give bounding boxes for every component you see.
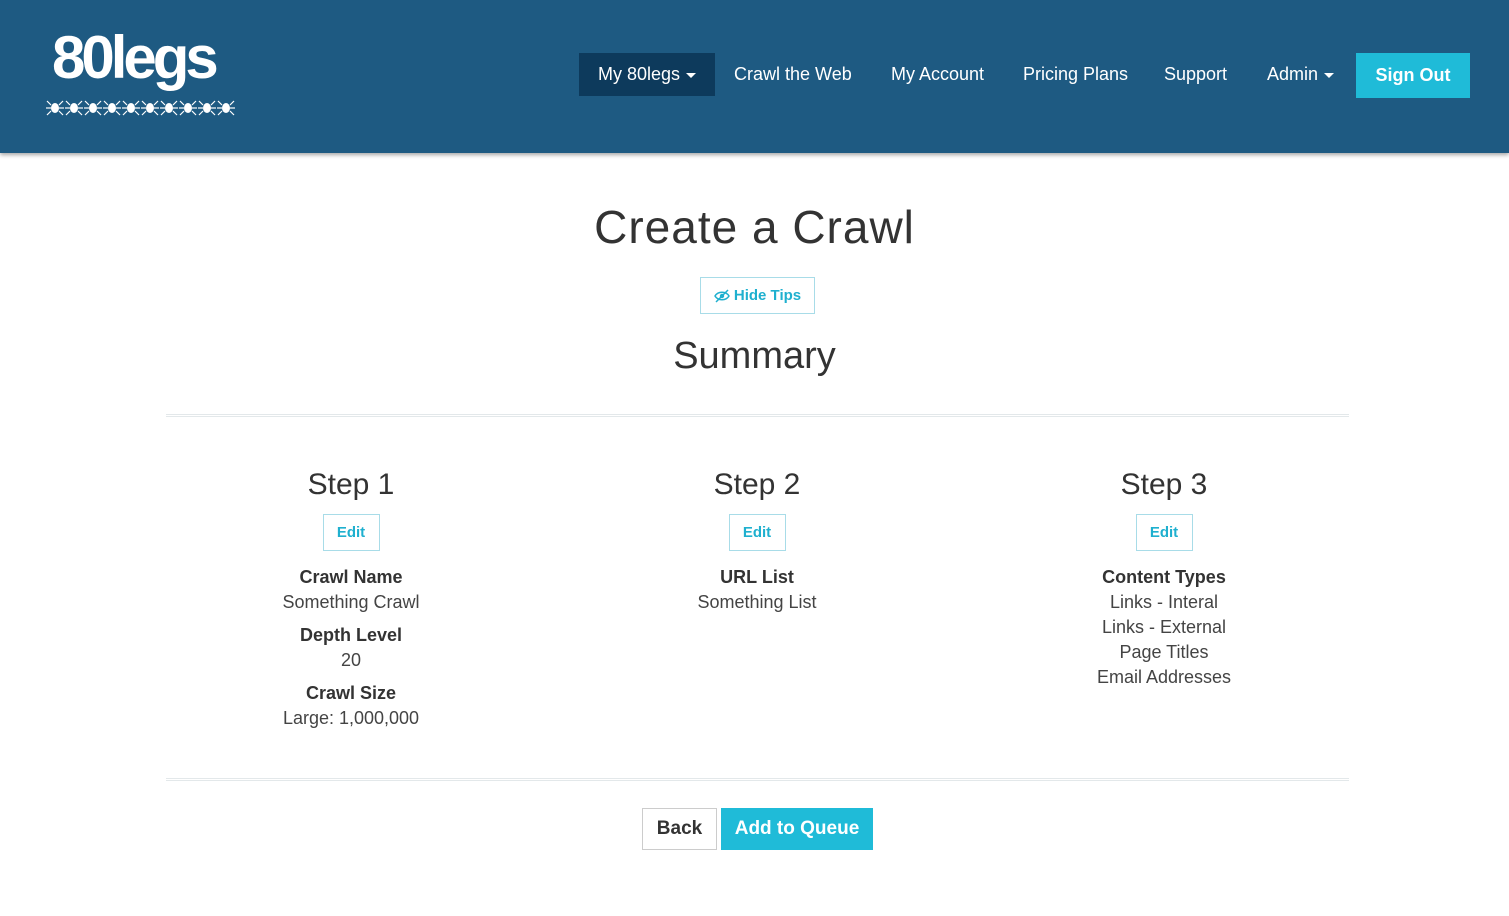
nav-crawl-the-web[interactable]: Crawl the Web (734, 53, 852, 96)
field-value: 20 (340, 650, 362, 670)
step-title: Step 3 (1120, 468, 1208, 501)
page-title: Create a Crawl (594, 201, 915, 253)
nav-support[interactable]: Support (1164, 53, 1227, 96)
eye-slash-icon (713, 289, 730, 303)
field-label: Content Types (1102, 567, 1226, 587)
edit-step-3-button[interactable]: Edit (1135, 514, 1193, 551)
top-header: 80legs My 80legs Crawl the Web My Accoun… (0, 0, 1509, 153)
caret-down-icon (1324, 72, 1335, 78)
edit-step-1-button[interactable]: Edit (322, 514, 380, 551)
field-value: Page Titles (1119, 642, 1209, 662)
nav-my-account[interactable]: My Account (891, 53, 984, 96)
divider (166, 414, 1349, 417)
summary-title: Summary (673, 335, 836, 377)
hide-tips-label: Hide Tips (733, 287, 802, 304)
step-1-summary: Step 1 Edit Crawl Name Something Crawl D… (201, 465, 501, 731)
step-title: Step 2 (713, 468, 801, 501)
field-value: Links - External (1101, 617, 1227, 637)
spider-icon (46, 100, 236, 116)
field-label: Depth Level (299, 625, 403, 645)
nav-pricing-plans[interactable]: Pricing Plans (1023, 53, 1128, 96)
nav-admin-label: Admin (1267, 64, 1319, 84)
field-label: Crawl Size (305, 683, 397, 703)
nav-my80legs-label: My 80legs (598, 64, 681, 84)
edit-step-2-button[interactable]: Edit (728, 514, 786, 551)
add-to-queue-button[interactable]: Add to Queue (721, 808, 873, 850)
step-3-summary: Step 3 Edit Content Types Links - Intera… (1014, 465, 1314, 690)
field-value: Something List (697, 592, 817, 612)
field-value: Links - Interal (1109, 592, 1219, 612)
field-label: Crawl Name (299, 567, 403, 587)
back-button[interactable]: Back (642, 808, 717, 850)
nav-my80legs[interactable]: My 80legs (579, 53, 716, 96)
field-label: URL List (720, 567, 794, 587)
step-title: Step 1 (307, 468, 395, 501)
sign-out-button[interactable]: Sign Out (1356, 53, 1470, 98)
field-value: Large: 1,000,000 (282, 708, 420, 728)
hide-tips-button[interactable]: Hide Tips (700, 277, 815, 314)
nav-admin[interactable]: Admin (1267, 53, 1335, 96)
divider (166, 778, 1349, 781)
logo[interactable]: 80legs (46, 26, 246, 126)
field-value: Something Crawl (282, 592, 420, 612)
logo-text: 80legs (52, 24, 219, 91)
step-2-summary: Step 2 Edit URL List Something List (607, 465, 907, 615)
field-value: Email Addresses (1096, 667, 1232, 687)
caret-down-icon (686, 72, 697, 78)
